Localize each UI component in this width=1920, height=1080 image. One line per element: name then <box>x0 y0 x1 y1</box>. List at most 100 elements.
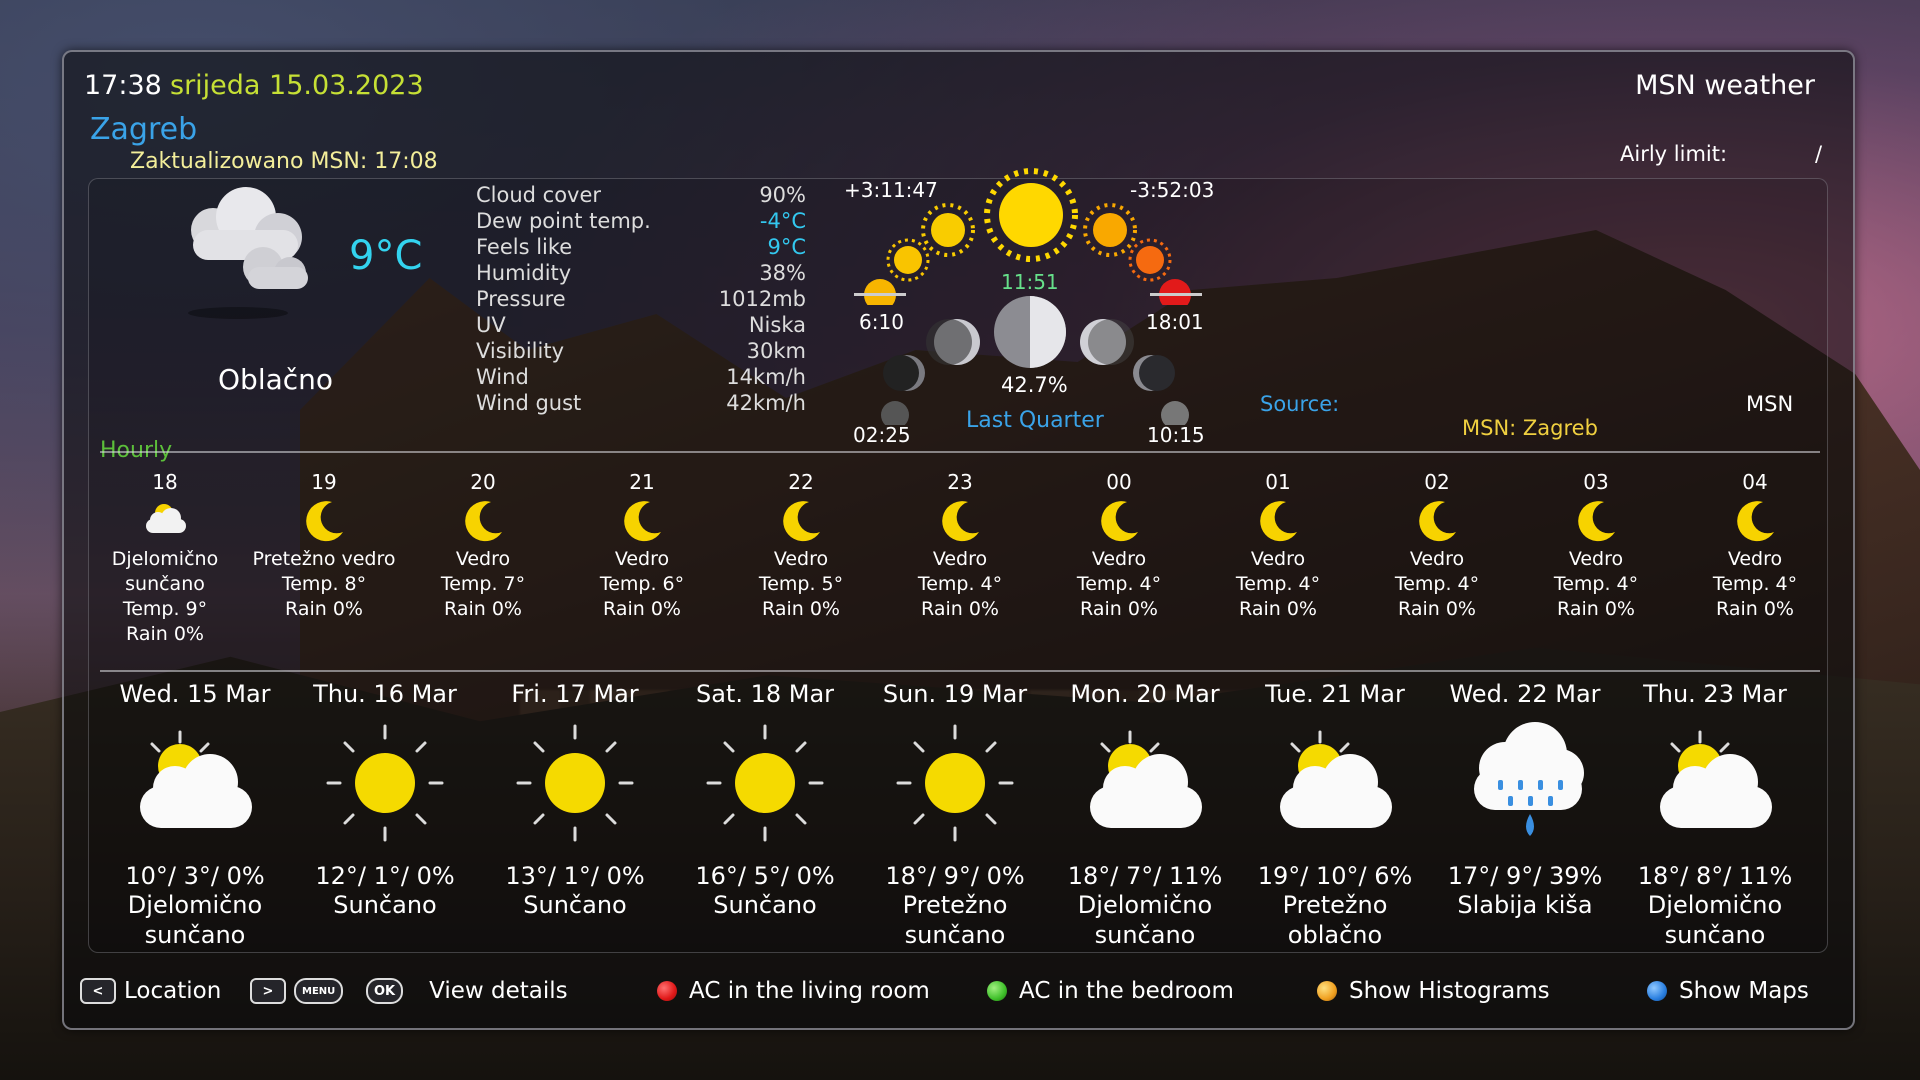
sun-icon <box>860 708 1050 858</box>
hour-condition: Djelomično <box>111 548 219 570</box>
hour-rain: Rain 0% <box>1557 598 1635 620</box>
provider-title: MSN weather <box>1635 70 1815 101</box>
menu-key-icon: MENU <box>294 978 344 1004</box>
hour-condition: Vedro <box>1409 548 1465 570</box>
day-condition: sunčano <box>904 921 1006 949</box>
sun-icon <box>290 708 480 858</box>
hour-label: 00 <box>1106 470 1132 494</box>
hour-label: 22 <box>788 470 814 494</box>
daily-divider <box>100 670 1820 672</box>
hour-temperature: Temp. 4° <box>1394 573 1480 595</box>
detail-value: 42km/h <box>726 391 806 415</box>
hour-temperature: Temp. 5° <box>758 573 844 595</box>
detail-row: Visibility 30km <box>476 339 806 365</box>
hour-temperature: Temp. 4° <box>1553 573 1639 595</box>
detail-value: 38% <box>759 261 806 285</box>
day-condition: Sunčano <box>523 891 627 919</box>
daily-item[interactable]: Wed. 22 Mar 17°/ 9°/ 39% Slabija kiša <box>1430 680 1620 920</box>
hour-temperature: Temp. 7° <box>440 573 526 595</box>
city-name: Zagreb <box>90 112 198 147</box>
hour-rain: Rain 0% <box>921 598 999 620</box>
day-condition: Pretežno <box>1282 891 1388 919</box>
daily-item[interactable]: Mon. 20 Mar 18°/ 7°/ 11% Djelomično sunčano <box>1050 680 1240 950</box>
day-condition: sunčano <box>1094 921 1196 949</box>
daily-item[interactable]: Thu. 23 Mar 18°/ 8°/ 11% Djelomično sunčano <box>1620 680 1810 950</box>
detail-value: -4°C <box>759 209 806 233</box>
hour-rain: Rain 0% <box>762 598 840 620</box>
day-condition: Djelomično <box>1077 891 1213 919</box>
view-details-label: View details <box>429 978 568 1004</box>
hour-label: 23 <box>947 470 973 494</box>
detail-label: Cloud cover <box>476 183 602 207</box>
daily-item[interactable]: Wed. 15 Mar 10°/ 3°/ 0% Djelomično sunčano <box>100 680 290 950</box>
hour-label: 20 <box>470 470 496 494</box>
blue-dot-icon <box>1647 981 1667 1001</box>
daily-item[interactable]: Fri. 17 Mar 13°/ 1°/ 0% Sunčano <box>480 680 670 920</box>
hour-condition: Vedro <box>1250 548 1306 570</box>
footer-menu-keys[interactable]: > MENU <box>250 978 351 1004</box>
source-location: MSN: Zagreb <box>1462 416 1598 440</box>
hour-rain: Rain 0% <box>126 623 204 645</box>
daily-item[interactable]: Tue. 21 Mar 19°/ 10°/ 6% Pretežno oblačno <box>1240 680 1430 950</box>
left-key-icon: < <box>80 978 116 1004</box>
detail-row: Feels like 9°C <box>476 235 806 261</box>
hour-label: 02 <box>1424 470 1450 494</box>
current-condition: Oblačno <box>218 363 334 396</box>
moonrise-time: 02:25 <box>853 423 911 447</box>
daily-item[interactable]: Sat. 18 Mar 16°/ 5°/ 0% Sunčano <box>670 680 860 920</box>
hour-label: 21 <box>629 470 655 494</box>
red-button-ac-living[interactable]: AC in the living room <box>657 978 930 1004</box>
moon-icon <box>1362 495 1512 547</box>
blue-button-maps[interactable]: Show Maps <box>1647 978 1809 1004</box>
detail-row: Wind 14km/h <box>476 365 806 391</box>
day-summary: 16°/ 5°/ 0% <box>695 862 835 890</box>
hour-temperature: Temp. 4° <box>1712 573 1798 595</box>
day-condition: Sunčano <box>713 891 817 919</box>
moon-icon <box>726 495 876 547</box>
current-details: Cloud cover 90% Dew point temp. -4°C Feels l… <box>476 183 806 417</box>
day-name: Thu. 16 Mar <box>313 680 457 708</box>
detail-value: 14km/h <box>726 365 806 389</box>
footer-location[interactable]: < Location <box>80 978 221 1004</box>
hour-rain: Rain 0% <box>1398 598 1476 620</box>
source-label: Source: <box>1260 392 1340 416</box>
hourly-item: 20 Vedro Temp. 7° Rain 0% <box>408 470 558 622</box>
yellow-button-histograms[interactable]: Show Histograms <box>1317 978 1550 1004</box>
detail-row: Pressure 1012mb <box>476 287 806 313</box>
cloudy-icon <box>168 185 316 329</box>
detail-row: Wind gust 42km/h <box>476 391 806 417</box>
green-button-ac-bedroom[interactable]: AC in the bedroom <box>987 978 1234 1004</box>
hour-condition: Vedro <box>932 548 988 570</box>
moon-icon <box>408 495 558 547</box>
current-date: srijeda 15.03.2023 <box>170 70 424 101</box>
green-dot-icon <box>987 981 1007 1001</box>
hour-rain: Rain 0% <box>444 598 522 620</box>
day-condition: sunčano <box>144 921 246 949</box>
partly-sunny-icon <box>100 708 290 858</box>
ok-key-icon: OK <box>366 978 404 1004</box>
hourly-item: 01 Vedro Temp. 4° Rain 0% <box>1203 470 1353 622</box>
red-button-label: AC in the living room <box>689 978 930 1004</box>
hour-rain: Rain 0% <box>285 598 363 620</box>
day-name: Sat. 18 Mar <box>695 680 835 708</box>
detail-value: 30km <box>746 339 806 363</box>
day-name: Mon. 20 Mar <box>1070 680 1220 708</box>
day-summary: 19°/ 10°/ 6% <box>1257 862 1413 890</box>
daily-item[interactable]: Thu. 16 Mar 12°/ 1°/ 0% Sunčano <box>290 680 480 920</box>
yellow-button-label: Show Histograms <box>1349 978 1550 1004</box>
day-condition: Djelomično <box>1647 891 1783 919</box>
sun-icon <box>480 708 670 858</box>
hour-condition: sunčano <box>125 573 205 595</box>
day-summary: 18°/ 7°/ 11% <box>1067 862 1223 890</box>
hour-condition: Vedro <box>1727 548 1783 570</box>
red-dot-icon <box>657 981 677 1001</box>
hour-condition: Vedro <box>1568 548 1624 570</box>
detail-value: 1012mb <box>718 287 806 311</box>
moon-icon <box>1203 495 1353 547</box>
hourly-item: 03 Vedro Temp. 4° Rain 0% <box>1521 470 1671 622</box>
daily-item[interactable]: Sun. 19 Mar 18°/ 9°/ 0% Pretežno sunčano <box>860 680 1050 950</box>
detail-value: Niska <box>748 313 806 337</box>
day-condition: sunčano <box>1664 921 1766 949</box>
hour-condition: Vedro <box>773 548 829 570</box>
footer-view-details[interactable]: OK View details <box>366 978 568 1004</box>
